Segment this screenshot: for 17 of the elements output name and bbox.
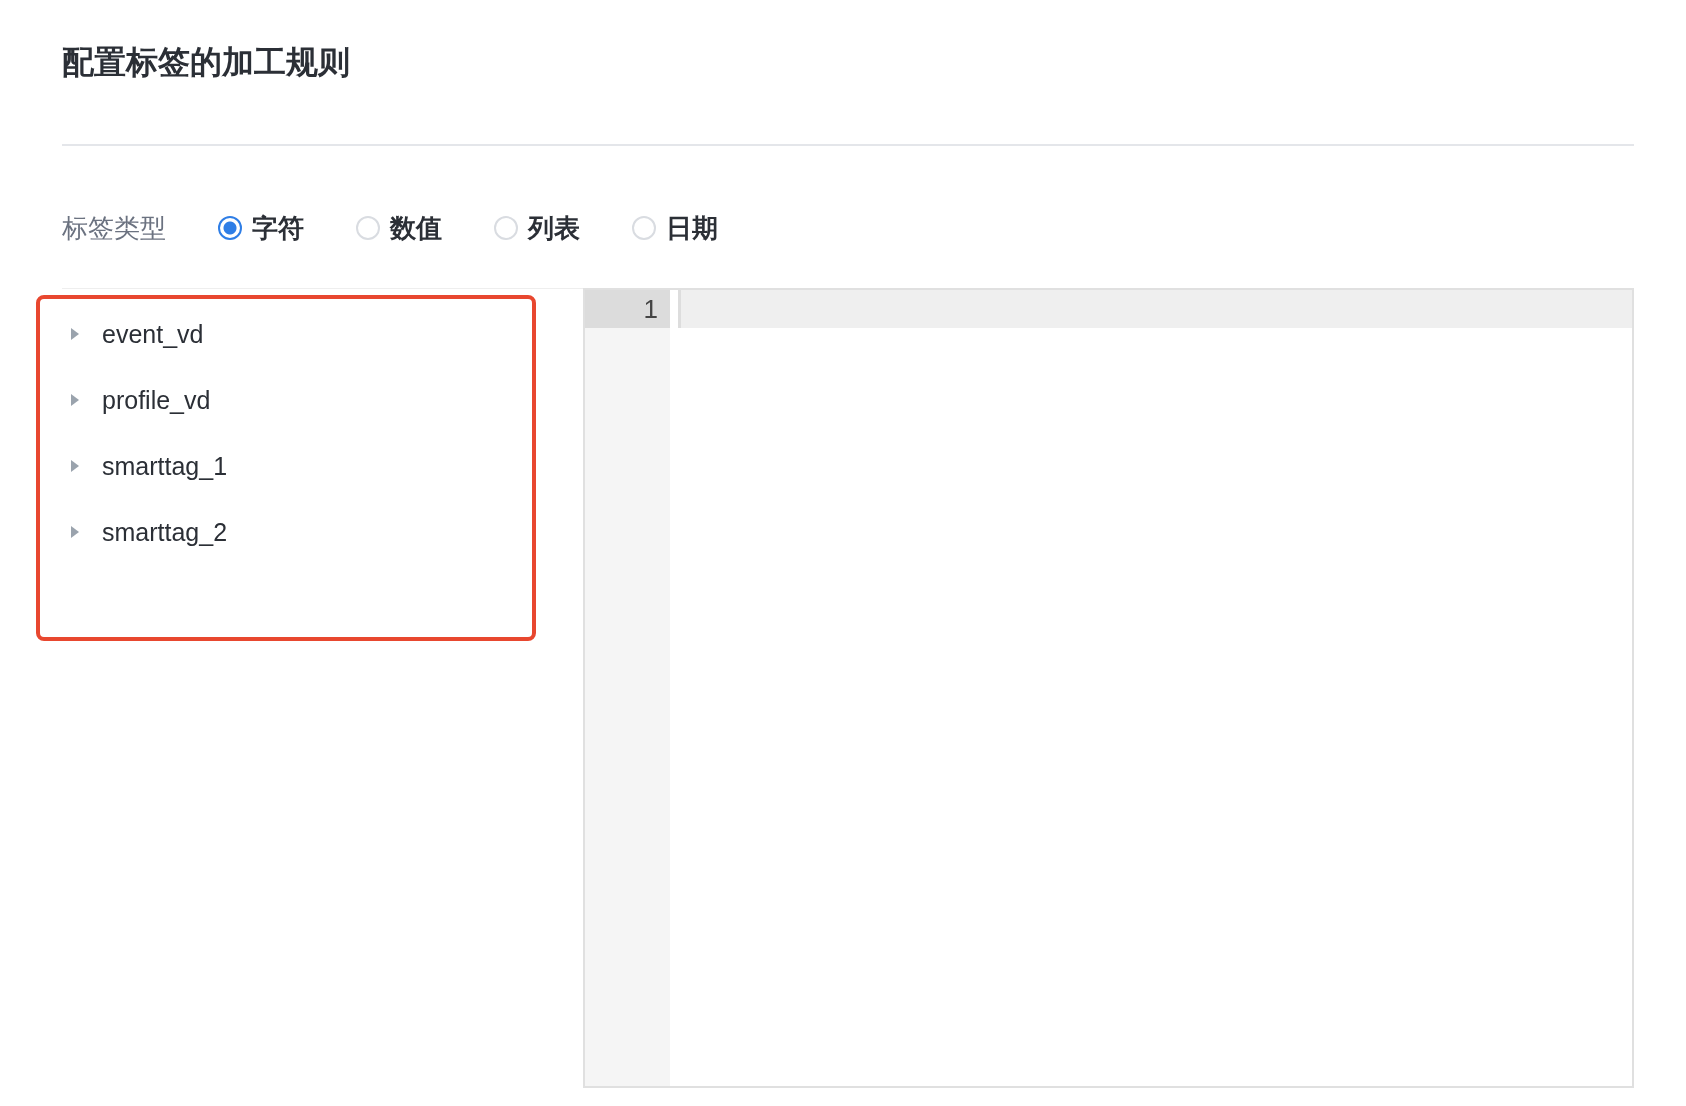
tree-item[interactable]: smarttag_1 <box>102 451 228 481</box>
tree-item[interactable]: event_vd <box>102 319 204 349</box>
tree-item[interactable]: smarttag_2 <box>102 517 228 547</box>
caret-icon[interactable] <box>70 525 80 539</box>
field-label: 标签类型 <box>62 211 166 245</box>
section-title: 配置标签的加工规则 <box>62 43 351 82</box>
radio-option[interactable]: 日期 <box>632 210 718 246</box>
code-editor[interactable]: 1 <box>583 288 1634 1088</box>
caret-icon[interactable] <box>70 327 80 341</box>
caret-icon[interactable] <box>70 459 80 473</box>
radio-option[interactable]: 列表 <box>494 210 580 246</box>
radio-icon[interactable] <box>218 216 242 240</box>
tree-item[interactable]: profile_vd <box>102 385 211 415</box>
line-number: 1 <box>585 290 670 328</box>
radio-option[interactable]: 字符 <box>218 210 304 246</box>
radio-option[interactable]: 数值 <box>356 210 442 246</box>
caret-icon[interactable] <box>70 393 80 407</box>
